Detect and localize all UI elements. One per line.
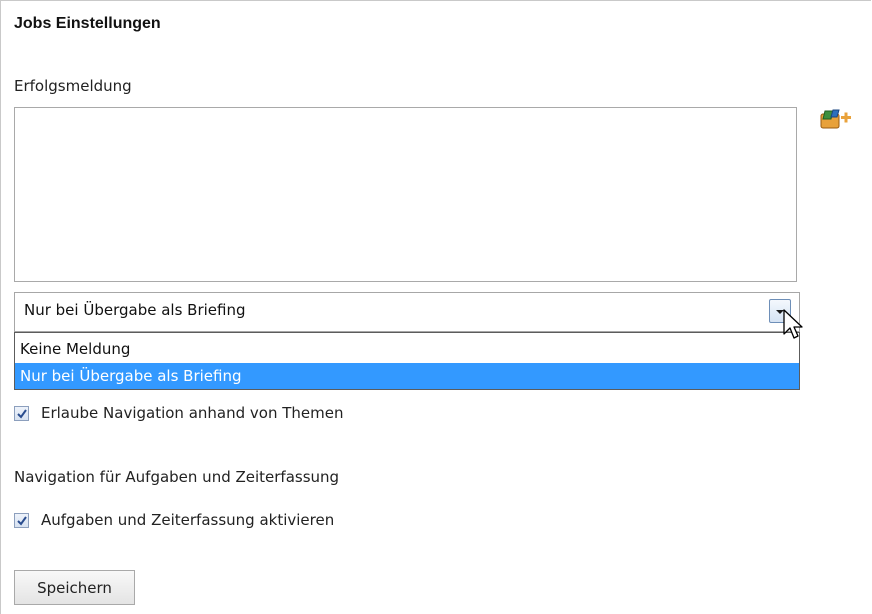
- task-navigation-heading: Navigation für Aufgaben und Zeiterfassun…: [14, 468, 340, 486]
- save-button[interactable]: Speichern: [14, 570, 135, 605]
- task-tracking-label[interactable]: Aufgaben und Zeiterfassung aktivieren: [41, 511, 334, 529]
- mouse-pointer-icon: [782, 308, 808, 344]
- page-title: Jobs Einstellungen: [14, 15, 161, 32]
- task-tracking-checkbox[interactable]: [14, 513, 29, 528]
- settings-panel: Jobs Einstellungen Erfolgsmeldung Nur be…: [0, 0, 871, 614]
- dropdown-option-keine-meldung[interactable]: Keine Meldung: [15, 336, 799, 362]
- theme-navigation-label[interactable]: Erlaube Navigation anhand von Themen: [41, 404, 343, 422]
- dropdown-option-briefing[interactable]: Nur bei Übergabe als Briefing: [15, 363, 799, 389]
- select-value: Nur bei Übergabe als Briefing: [24, 301, 246, 319]
- success-message-textarea[interactable]: [14, 107, 797, 282]
- success-message-select[interactable]: Nur bei Übergabe als Briefing: [14, 292, 800, 332]
- theme-navigation-checkbox[interactable]: [14, 406, 29, 421]
- select-dropdown-list: Keine Meldung Nur bei Übergabe als Brief…: [14, 332, 800, 390]
- success-message-label: Erfolgsmeldung: [14, 77, 132, 95]
- insert-placeholder-icon[interactable]: [819, 107, 853, 131]
